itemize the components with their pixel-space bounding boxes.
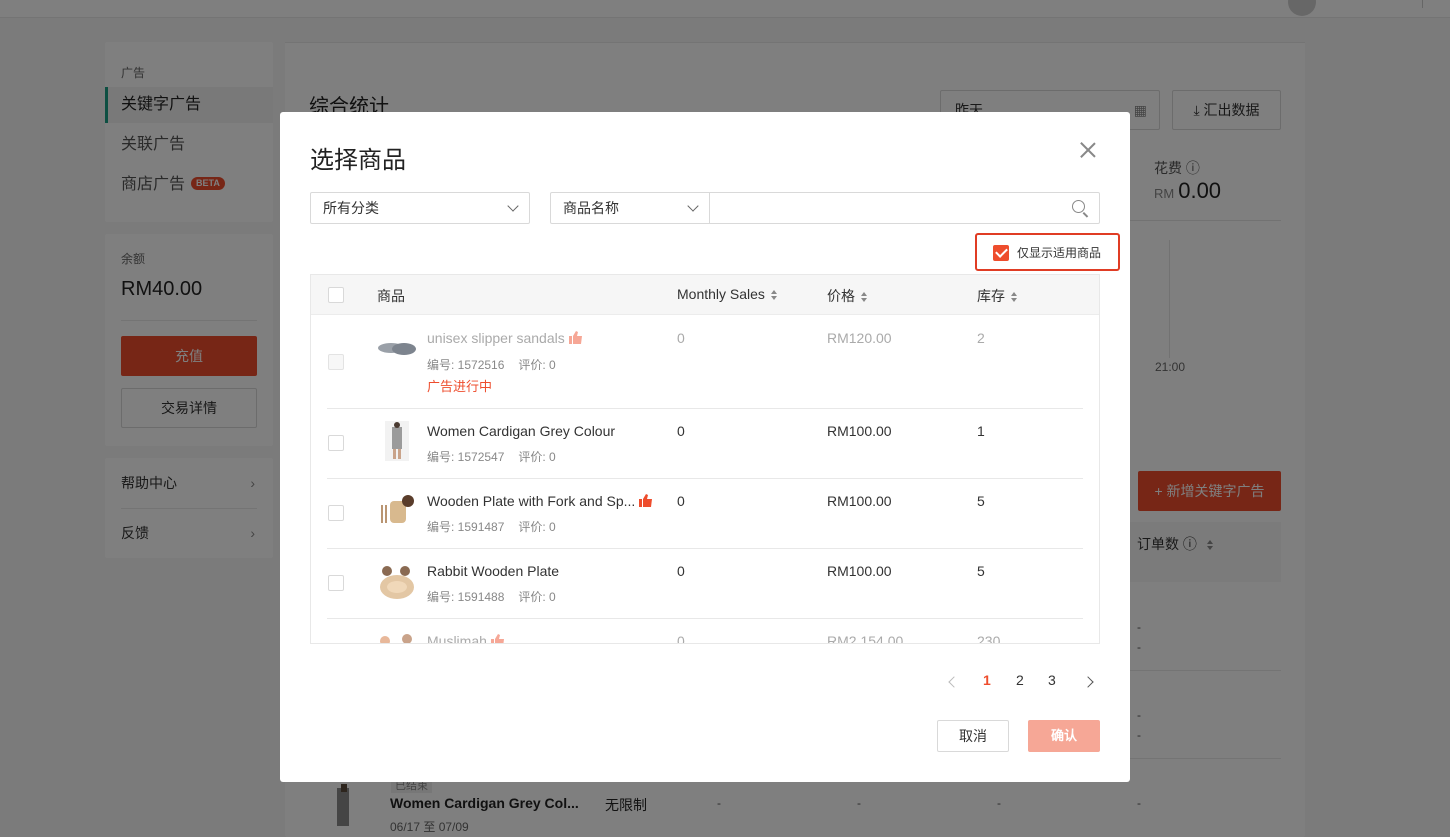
stock-cell: 5	[977, 493, 985, 509]
table-row: Muslimah 0 RM2,154.00 230	[311, 619, 1099, 644]
table-row[interactable]: Rabbit Wooden Plate 编号: 1591488 评价: 0 0 R…	[311, 549, 1099, 619]
table-row: unisex slipper sandals 编号: 1572516 评价: 0 …	[311, 316, 1099, 409]
price-cell: RM2,154.00	[827, 633, 904, 644]
product-name: Muslimah	[427, 633, 505, 643]
product-thumbnail	[378, 343, 416, 355]
product-name: Rabbit Wooden Plate	[427, 563, 560, 579]
category-select-value: 所有分类	[323, 200, 379, 216]
page-2[interactable]: 2	[1016, 672, 1024, 688]
page-3[interactable]: 3	[1048, 672, 1056, 688]
product-thumbnail	[380, 634, 412, 643]
stock-cell: 2	[977, 330, 985, 346]
row-checkbox[interactable]	[328, 435, 344, 451]
price-cell: RM120.00	[827, 330, 892, 346]
close-icon[interactable]	[1076, 138, 1100, 162]
page-1[interactable]: 1	[983, 672, 991, 688]
confirm-button[interactable]: 确认	[1028, 720, 1100, 752]
header-price[interactable]: 价格	[827, 286, 868, 306]
row-checkbox	[328, 354, 344, 370]
select-all-checkbox[interactable]	[328, 287, 344, 303]
product-meta: 编号: 1572516 评价: 0	[427, 358, 556, 372]
product-table: 商品 Monthly Sales 价格 库存 unisex slipper sa…	[310, 274, 1100, 644]
applicable-only-label: 仅显示适用商品	[1017, 246, 1102, 260]
header-monthly-sales[interactable]: Monthly Sales	[677, 286, 778, 302]
product-thumbnail	[385, 421, 409, 461]
product-meta: 编号: 1591488 评价: 0	[427, 590, 556, 604]
product-thumbnail	[380, 566, 414, 599]
chevron-down-icon	[507, 200, 519, 212]
chevron-right-icon[interactable]	[1082, 676, 1094, 688]
search-field-value: 商品名称	[563, 200, 619, 216]
table-row[interactable]: Wooden Plate with Fork and Sp... 编号: 159…	[311, 479, 1099, 549]
thumbs-up-icon	[568, 331, 582, 344]
applicable-only-filter[interactable]: 仅显示适用商品	[975, 233, 1120, 271]
price-cell: RM100.00	[827, 563, 892, 579]
stock-cell: 230	[977, 633, 1001, 644]
monthly-sales-cell: 0	[677, 423, 685, 439]
sort-icon	[1011, 292, 1018, 302]
row-checkbox[interactable]	[328, 575, 344, 591]
category-select[interactable]: 所有分类	[310, 192, 530, 224]
stock-cell: 5	[977, 563, 985, 579]
ad-status: 广告进行中	[427, 379, 493, 394]
product-name: Wooden Plate with Fork and Sp...	[427, 493, 653, 509]
header-stock[interactable]: 库存	[977, 286, 1018, 306]
applicable-only-checkbox[interactable]	[993, 245, 1009, 261]
stock-cell: 1	[977, 423, 985, 439]
monthly-sales-cell: 0	[677, 633, 685, 644]
cancel-button[interactable]: 取消	[937, 720, 1009, 752]
product-table-header: 商品 Monthly Sales 价格 库存	[311, 275, 1099, 315]
search-input[interactable]	[709, 192, 1100, 224]
search-icon[interactable]	[1072, 200, 1085, 213]
price-cell: RM100.00	[827, 423, 892, 439]
monthly-sales-cell: 0	[677, 330, 685, 346]
sort-icon	[861, 292, 868, 302]
product-name: Women Cardigan Grey Colour	[427, 423, 616, 439]
search-field-select[interactable]: 商品名称	[550, 192, 710, 224]
table-row[interactable]: Women Cardigan Grey Colour 编号: 1572547 评价…	[311, 409, 1099, 479]
chevron-down-icon	[687, 200, 699, 212]
monthly-sales-cell: 0	[677, 493, 685, 509]
thumbs-up-icon	[490, 634, 504, 643]
product-meta: 编号: 1572547 评价: 0	[427, 450, 556, 464]
modal-title: 选择商品	[310, 147, 406, 174]
select-product-modal: 选择商品 所有分类 商品名称 仅显示适用商品 商品 Monthly Sales …	[280, 112, 1130, 782]
product-thumbnail	[381, 495, 414, 523]
product-meta: 编号: 1591487 评价: 0	[427, 520, 556, 534]
sort-icon	[770, 290, 778, 300]
row-checkbox[interactable]	[328, 505, 344, 521]
thumbs-up-icon	[639, 494, 653, 507]
header-product: 商品	[377, 288, 405, 304]
chevron-left-icon[interactable]	[948, 676, 960, 688]
monthly-sales-cell: 0	[677, 563, 685, 579]
product-name: unisex slipper sandals	[427, 330, 583, 346]
price-cell: RM100.00	[827, 493, 892, 509]
